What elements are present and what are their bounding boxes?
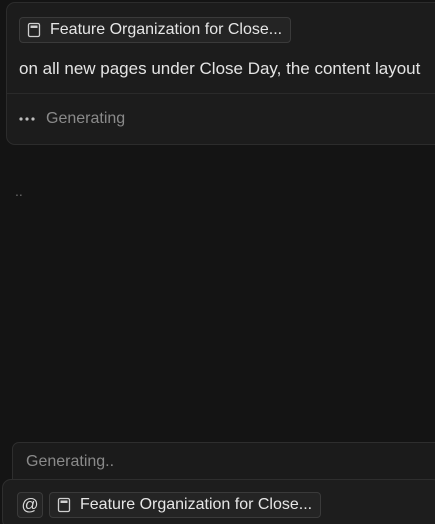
- mention-button[interactable]: @: [17, 492, 43, 518]
- divider: [7, 93, 435, 94]
- page-icon: [27, 22, 41, 38]
- user-message-card: Feature Organization for Close... on all…: [6, 2, 435, 145]
- ellipsis-icon: [19, 111, 35, 127]
- context-chip[interactable]: Feature Organization for Close...: [19, 17, 291, 43]
- chat-panel: Feature Organization for Close... on all…: [0, 0, 435, 524]
- status-label: Generating: [46, 110, 125, 128]
- composer-toolbar: @ Feature Organization for Close...: [2, 479, 435, 524]
- streaming-indicator: ..: [15, 183, 23, 199]
- context-chip-label: Feature Organization for Close...: [50, 21, 282, 39]
- at-icon: @: [21, 495, 38, 515]
- composer-context-chip-label: Feature Organization for Close...: [80, 496, 312, 514]
- composer-placeholder: Generating..: [26, 453, 114, 471]
- page-icon: [57, 497, 71, 513]
- message-text: on all new pages under Close Day, the co…: [19, 59, 420, 79]
- composer-context-chip[interactable]: Feature Organization for Close...: [49, 492, 321, 518]
- generating-status: Generating: [19, 110, 125, 128]
- composer-input[interactable]: Generating..: [12, 442, 435, 482]
